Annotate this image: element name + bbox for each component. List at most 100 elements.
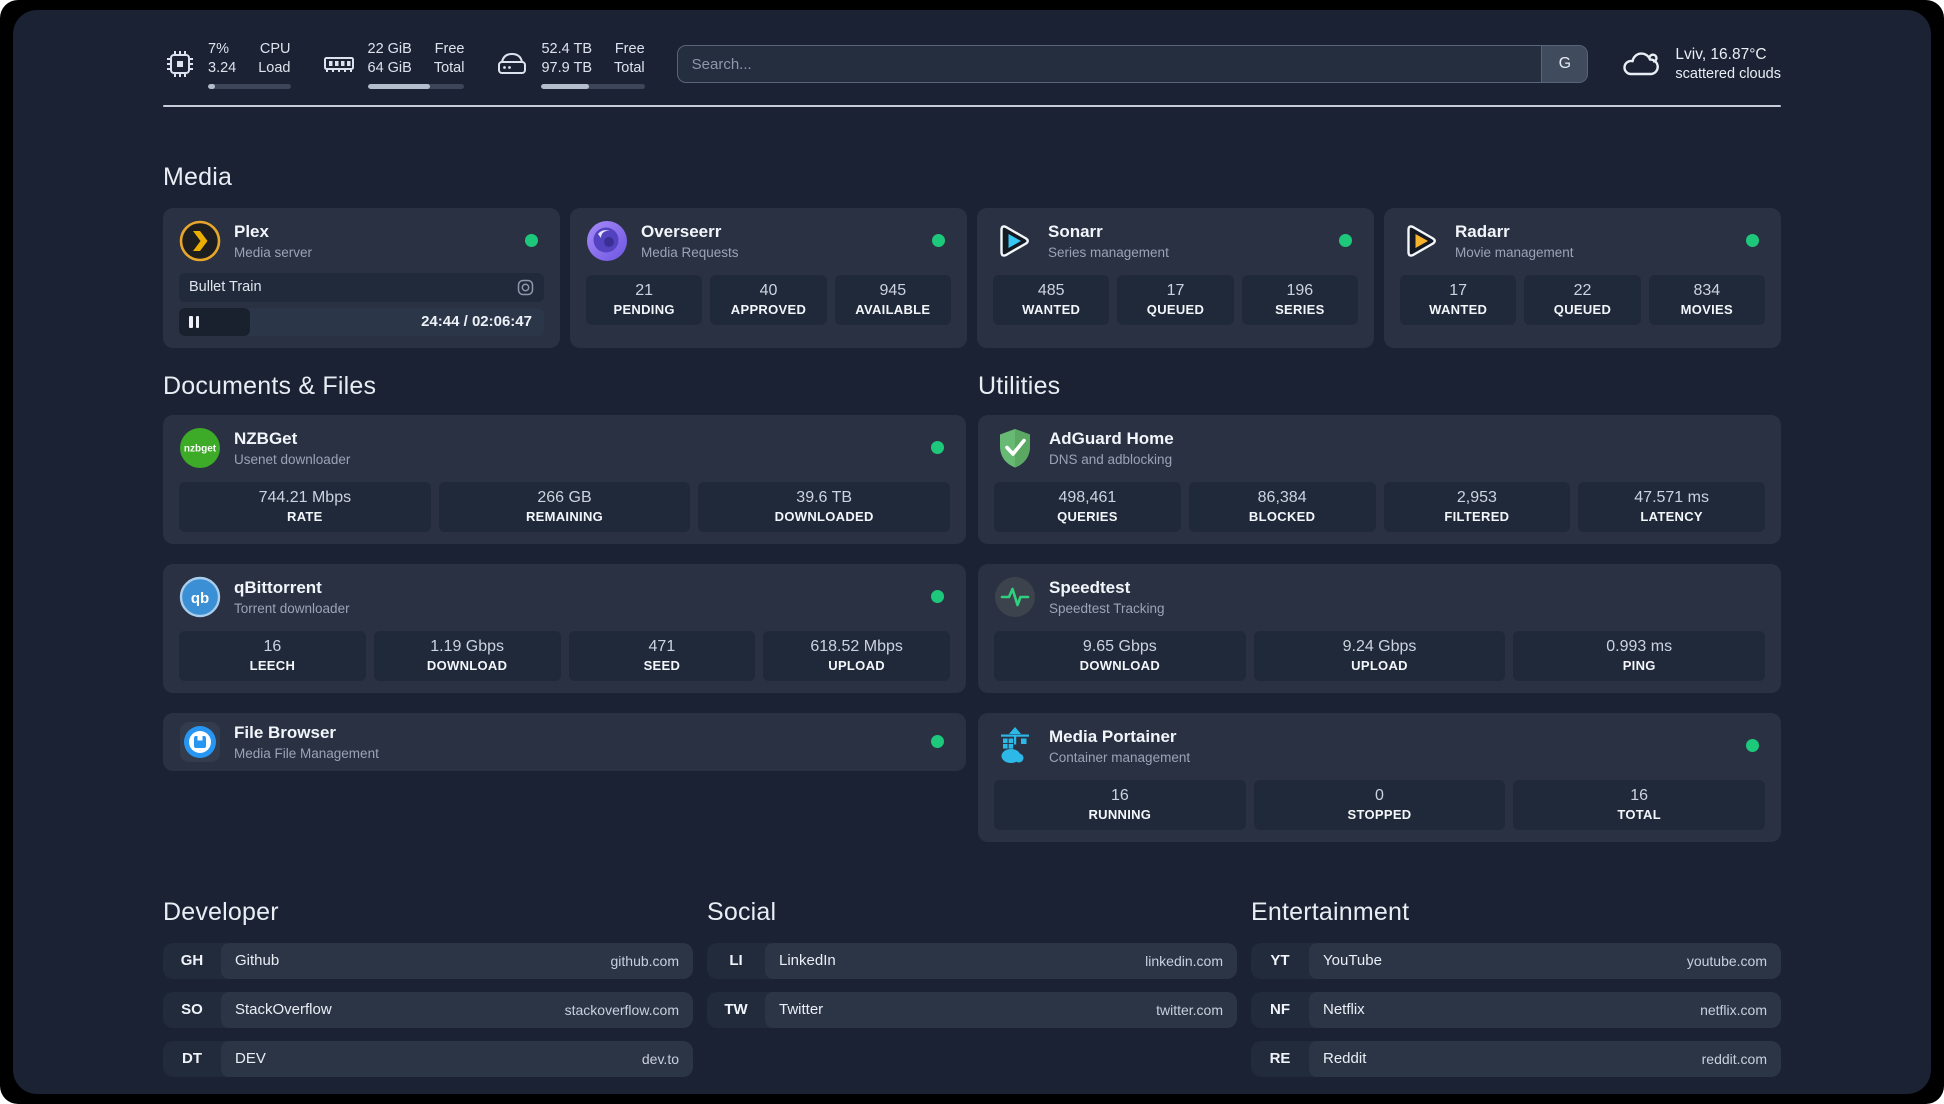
stat-box: 196 SERIES: [1241, 274, 1358, 325]
bookmark-name: DEV: [235, 1050, 266, 1068]
storage-free-value: 52.4 TB: [541, 41, 593, 57]
bookmark-url: linkedin.com: [1145, 952, 1223, 969]
portainer-icon: [994, 725, 1036, 767]
stat-box: 0 STOPPED: [1253, 779, 1506, 830]
bookmark-github[interactable]: GH Github github.com: [163, 942, 693, 979]
bookmark-name: LinkedIn: [779, 952, 836, 970]
window-frame: 7% 3.24 CPU Load 22 GiB 64 GiB Free Tota…: [0, 0, 1944, 1104]
stat-box: 16 LEECH: [179, 630, 366, 681]
dashboard-panel: 7% 3.24 CPU Load 22 GiB 64 GiB Free Tota…: [13, 10, 1931, 1094]
stat-box: 485 WANTED: [993, 274, 1110, 325]
stat-box: 2,953 FILTERED: [1383, 481, 1571, 532]
search-bar: G: [676, 45, 1589, 84]
app-card-plex[interactable]: Plex Media server Bullet Train 24:44 / 0…: [163, 207, 560, 348]
app-subtitle: Series management: [1048, 244, 1169, 260]
app-subtitle: Media server: [234, 244, 313, 260]
app-card-speedtest[interactable]: Speedtest Speedtest Tracking 9.65 Gbps D…: [978, 563, 1781, 693]
app-card-portainer[interactable]: Media Portainer Container management 16 …: [978, 712, 1781, 842]
app-name: Radarr: [1455, 221, 1510, 241]
storage-total-label: Total: [614, 59, 645, 76]
bookmark-name: Netflix: [1323, 1001, 1365, 1019]
player-time: 24:44 / 02:06:47: [421, 312, 532, 330]
qbittorrent-icon: qb: [179, 576, 221, 618]
storage-progress-bar: [541, 83, 645, 89]
pause-icon[interactable]: [189, 315, 199, 328]
app-subtitle: DNS and adblocking: [1049, 451, 1173, 467]
stat-box: 39.6 TB DOWNLOADED: [698, 481, 951, 532]
plex-icon: [179, 220, 221, 262]
stat-box: 945 AVAILABLE: [834, 274, 951, 325]
app-subtitle: Speedtest Tracking: [1049, 600, 1165, 616]
bookmark-url: dev.to: [641, 1050, 679, 1067]
cpu-progress-bar: [208, 83, 291, 89]
stat-box: 17 WANTED: [1400, 274, 1517, 325]
section-title-social: Social: [707, 897, 777, 926]
overseerr-icon: [586, 220, 628, 262]
app-card-qbittorrent[interactable]: qb qBittorrent Torrent downloader 16 LEE…: [163, 563, 966, 693]
nzbget-icon: nzbget: [179, 427, 221, 469]
disk-icon: [498, 53, 527, 75]
status-dot: [1339, 234, 1352, 248]
status-dot: [525, 234, 538, 248]
app-card-nzbget[interactable]: nzbget NZBGet Usenet downloader 744.21 M…: [163, 414, 966, 544]
bookmark-youtube[interactable]: YT YouTube youtube.com: [1251, 942, 1781, 979]
app-subtitle: Torrent downloader: [234, 600, 350, 616]
bookmark-name: Reddit: [1323, 1050, 1367, 1068]
app-subtitle: Container management: [1049, 749, 1191, 765]
now-playing-title: Bullet Train: [189, 279, 262, 296]
bookmark-abbr: LI: [729, 952, 743, 970]
weather-location: Lviv, 16.87°C: [1675, 46, 1767, 64]
bookmark-twitter[interactable]: TW Twitter twitter.com: [707, 991, 1237, 1028]
app-card-sonarr[interactable]: Sonarr Series management 485 WANTED 17 Q…: [977, 207, 1374, 348]
stat-box: 22 QUEUED: [1524, 274, 1641, 325]
app-name: Plex: [234, 221, 269, 241]
memory-progress-bar: [367, 83, 465, 89]
bookmark-abbr: YT: [1270, 952, 1290, 970]
storage-free-label: Free: [614, 41, 645, 57]
stat-box: 16 RUNNING: [994, 779, 1246, 830]
stat-box: 9.24 Gbps UPLOAD: [1253, 630, 1506, 681]
status-dot: [932, 234, 945, 248]
section-title-utilities: Utilities: [978, 371, 1061, 400]
stat-box: 16 TOTAL: [1513, 779, 1766, 830]
status-dot: [931, 590, 944, 604]
section-title-documents: Documents & Files: [163, 371, 377, 400]
documents-column: Documents & Files nzbget NZBGet Usenet d…: [163, 372, 966, 842]
stat-box: 17 QUEUED: [1117, 274, 1234, 325]
stat-box: 0.993 ms PING: [1513, 630, 1766, 681]
status-dot: [1746, 234, 1759, 248]
stat-box: 744.21 Mbps RATE: [179, 481, 431, 532]
app-card-radarr[interactable]: Radarr Movie management 17 WANTED 22 QUE…: [1384, 207, 1781, 348]
app-name: qBittorrent: [234, 577, 322, 597]
bookmark-name: StackOverflow: [235, 1001, 332, 1019]
storage-metric: 52.4 TB 97.9 TB Free Total: [494, 40, 645, 89]
bookmark-abbr: SO: [181, 1001, 203, 1019]
bookmark-url: github.com: [610, 952, 679, 969]
app-card-overseerr[interactable]: Overseerr Media Requests 21 PENDING 40 A…: [570, 207, 967, 348]
speedtest-icon: [994, 576, 1036, 618]
bookmark-abbr: RE: [1269, 1050, 1291, 1068]
app-name: Media Portainer: [1049, 726, 1177, 746]
cpu-label: CPU: [259, 41, 291, 57]
player-progress[interactable]: 24:44 / 02:06:47: [179, 307, 544, 336]
bookmark-stackoverflow[interactable]: SO StackOverflow stackoverflow.com: [163, 991, 693, 1028]
bookmark-url: youtube.com: [1686, 952, 1767, 969]
weather-widget: Lviv, 16.87°C scattered clouds: [1620, 46, 1781, 82]
memory-total-label: Total: [433, 59, 465, 76]
cpu-metric: 7% 3.24 CPU Load: [163, 40, 291, 89]
search-engine-button[interactable]: G: [1541, 46, 1588, 83]
bookmark-abbr: DT: [182, 1050, 202, 1068]
utilities-column: Utilities AdGuard Home DNS and adblockin…: [978, 372, 1781, 842]
bookmark-linkedin[interactable]: LI LinkedIn linkedin.com: [707, 942, 1237, 979]
app-name: Speedtest: [1049, 577, 1131, 597]
bookmark-abbr: TW: [724, 1001, 748, 1019]
bookmark-reddit[interactable]: RE Reddit reddit.com: [1251, 1040, 1781, 1077]
search-input[interactable]: [677, 46, 1542, 83]
cloud-icon: [1623, 52, 1660, 76]
stat-box: 1.19 Gbps DOWNLOAD: [373, 630, 561, 681]
bookmark-netflix[interactable]: NF Netflix netflix.com: [1251, 991, 1781, 1028]
app-card-adguard[interactable]: AdGuard Home DNS and adblocking 498,461 …: [978, 414, 1781, 544]
bookmark-dev[interactable]: DT DEV dev.to: [163, 1040, 693, 1077]
load-label: Load: [258, 59, 291, 76]
app-card-filebrowser[interactable]: File Browser Media File Management: [163, 712, 966, 771]
